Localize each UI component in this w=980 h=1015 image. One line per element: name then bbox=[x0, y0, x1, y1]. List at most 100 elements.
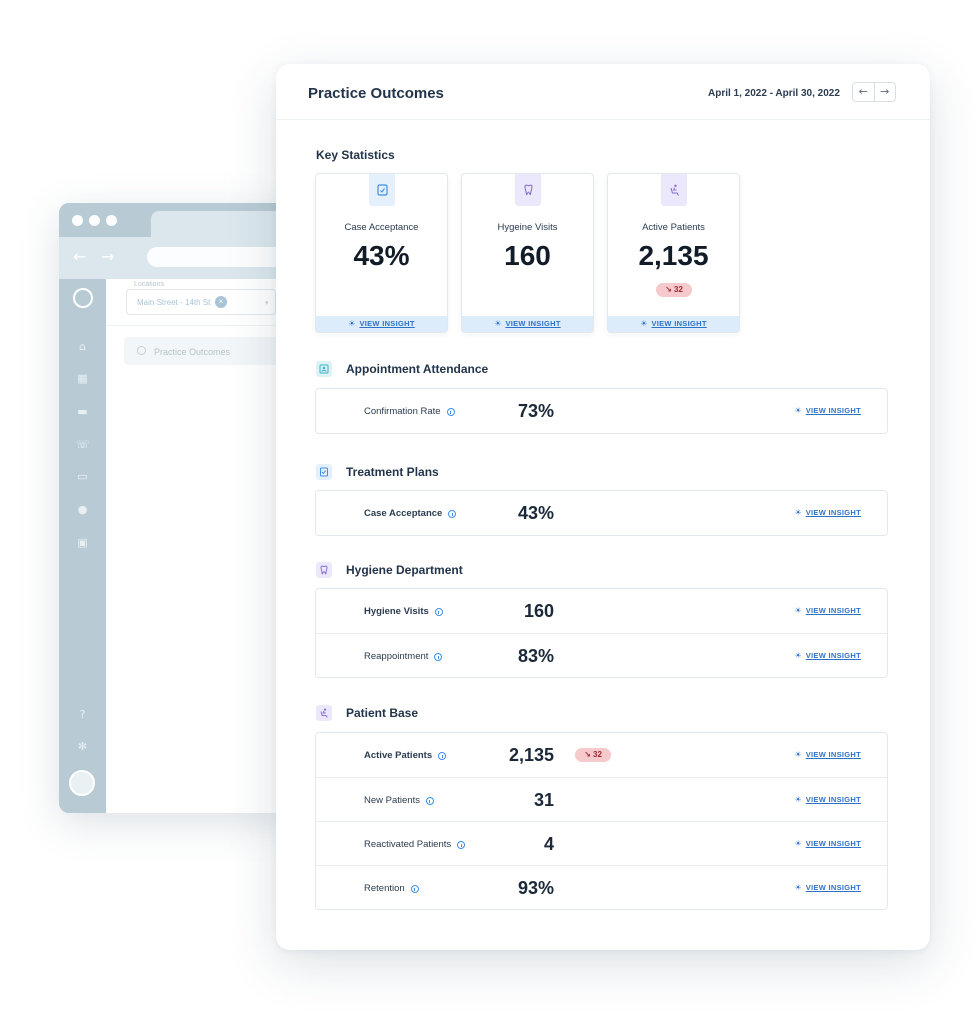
document-icon bbox=[316, 464, 332, 480]
metric-label: Active Patients bbox=[364, 750, 447, 761]
app-sidebar: ⌂ ▦ ▬ ☏ ▭ ● ▣ ? ✻ bbox=[59, 279, 106, 813]
app-logo-icon[interactable] bbox=[73, 288, 93, 308]
window-minimize-dot[interactable] bbox=[89, 215, 100, 226]
metric-value: 2,135 bbox=[508, 745, 554, 765]
stat-label: Case Acceptance bbox=[344, 222, 419, 233]
info-icon[interactable] bbox=[410, 884, 419, 893]
stat-tile-active-patients: Active Patients 2,135 ↘ 32 ☀ VIEW INSIGHT bbox=[607, 173, 740, 333]
group-heading-hygiene-department: Hygiene Department bbox=[316, 562, 463, 578]
table-row: Retention 93% ☀ VIEW INSIGHT bbox=[316, 865, 887, 909]
table-row: Case Acceptance 43% ☀ VIEW INSIGHT bbox=[316, 491, 887, 535]
metric-value: 83% bbox=[517, 646, 554, 666]
metric-value: 160 bbox=[523, 601, 554, 621]
group-treatment-plans: Case Acceptance 43% ☀ VIEW INSIGHT bbox=[315, 490, 888, 536]
metric-label: New Patients bbox=[364, 795, 434, 806]
lightbulb-icon: ☀ bbox=[794, 839, 802, 848]
browser-back-icon[interactable]: ← bbox=[73, 247, 86, 266]
user-avatar[interactable] bbox=[69, 770, 95, 796]
view-insight-link[interactable]: ☀ VIEW INSIGHT bbox=[795, 406, 861, 415]
date-range: April 1, 2022 - April 30, 2022 bbox=[708, 88, 840, 99]
info-icon[interactable] bbox=[434, 652, 443, 661]
patient-chair-icon bbox=[661, 174, 687, 206]
view-insight-button[interactable]: ☀ VIEW INSIGHT bbox=[608, 316, 739, 332]
stat-label: Active Patients bbox=[642, 222, 705, 233]
stat-tile-hygiene-visits: Hygeine Visits 160 ☀ VIEW INSIGHT bbox=[461, 173, 594, 333]
view-insight-link[interactable]: ☀ VIEW INSIGHT bbox=[795, 839, 861, 848]
card-header: Practice Outcomes April 1, 2022 - April … bbox=[276, 64, 930, 120]
settings-gear-icon[interactable]: ✻ bbox=[76, 741, 89, 752]
info-icon[interactable] bbox=[457, 840, 466, 849]
clear-location-icon[interactable]: × bbox=[215, 296, 227, 308]
info-icon[interactable] bbox=[446, 407, 455, 416]
location-select[interactable]: Main Street - 14th St × ▾ bbox=[126, 289, 276, 315]
metric-value: 93% bbox=[517, 878, 554, 898]
metric-value: 43% bbox=[517, 503, 554, 523]
chevron-down-icon[interactable]: ▾ bbox=[265, 299, 269, 307]
lightbulb-icon: ☀ bbox=[794, 406, 802, 415]
help-icon[interactable]: ? bbox=[76, 709, 89, 720]
stat-value: 160 bbox=[504, 240, 551, 271]
document-icon bbox=[369, 174, 395, 206]
window-titlebar bbox=[59, 203, 299, 239]
view-insight-link[interactable]: ☀ VIEW INSIGHT bbox=[795, 750, 861, 759]
analytics-icon[interactable]: ▣ bbox=[76, 537, 89, 548]
metric-label: Retention bbox=[364, 883, 419, 894]
divider bbox=[106, 325, 299, 326]
table-row: Reactivated Patients 4 ☀ VIEW INSIGHT bbox=[316, 821, 887, 865]
window-close-dot[interactable] bbox=[72, 215, 83, 226]
calendar-icon[interactable]: ▦ bbox=[76, 373, 89, 384]
view-insight-link[interactable]: ☀ VIEW INSIGHT bbox=[795, 508, 861, 517]
metric-value: 31 bbox=[533, 790, 554, 810]
info-icon[interactable] bbox=[425, 796, 434, 805]
stat-value: 43% bbox=[353, 240, 410, 271]
info-icon[interactable] bbox=[448, 509, 457, 518]
lightbulb-icon: ☀ bbox=[794, 606, 802, 615]
view-insight-link[interactable]: ☀ VIEW INSIGHT bbox=[795, 883, 861, 892]
group-heading-appointment-attendance: Appointment Attendance bbox=[316, 361, 488, 377]
info-icon[interactable] bbox=[438, 751, 447, 760]
view-insight-link[interactable]: ☀ VIEW INSIGHT bbox=[795, 795, 861, 804]
id-card-icon bbox=[316, 361, 332, 377]
metric-label: Reappointment bbox=[364, 651, 443, 662]
trend-down-badge: ↘ 32 bbox=[656, 283, 692, 297]
profile-icon[interactable]: ● bbox=[76, 504, 89, 515]
stat-tile-case-acceptance: Case Acceptance 43% ☀ VIEW INSIGHT bbox=[315, 173, 448, 333]
metric-label: Confirmation Rate bbox=[364, 406, 455, 417]
group-appointment-attendance: Confirmation Rate 73% ☀ VIEW INSIGHT bbox=[315, 388, 888, 434]
group-heading-patient-base: Patient Base bbox=[316, 705, 418, 721]
table-row: New Patients 31 ☀ VIEW INSIGHT bbox=[316, 777, 887, 821]
window-maximize-dot[interactable] bbox=[106, 215, 117, 226]
date-nav: ← → bbox=[852, 82, 896, 102]
background-content: Locations Main Street - 14th St × ▾ Prac… bbox=[106, 279, 299, 813]
page-title: Practice Outcomes bbox=[308, 85, 444, 102]
practice-outcomes-card: Practice Outcomes April 1, 2022 - April … bbox=[276, 64, 930, 950]
table-row: Confirmation Rate 73% ☀ VIEW INSIGHT bbox=[316, 389, 887, 433]
tooth-icon bbox=[316, 562, 332, 578]
info-icon[interactable] bbox=[434, 607, 443, 616]
lightbulb-icon: ☀ bbox=[640, 319, 648, 328]
phone-icon[interactable]: ☏ bbox=[76, 439, 90, 450]
view-insight-link[interactable]: ☀ VIEW INSIGHT bbox=[795, 606, 861, 615]
tooth-icon bbox=[515, 174, 541, 206]
chat-icon[interactable]: ▭ bbox=[76, 471, 89, 482]
next-period-button[interactable]: → bbox=[873, 83, 896, 101]
table-row: Reappointment 83% ☀ VIEW INSIGHT bbox=[316, 633, 887, 677]
group-hygiene-department: Hygiene Visits 160 ☀ VIEW INSIGHT Reappoi… bbox=[315, 588, 888, 678]
metric-label: Case Acceptance bbox=[364, 508, 457, 519]
lightbulb-icon: ☀ bbox=[794, 795, 802, 804]
lightbulb-icon: ☀ bbox=[794, 508, 802, 517]
location-value: Main Street - 14th St bbox=[137, 298, 211, 307]
home-icon[interactable]: ⌂ bbox=[76, 341, 89, 352]
metric-value: 4 bbox=[543, 834, 554, 854]
trend-down-badge: ↘ 32 bbox=[575, 748, 611, 762]
menu-item-practice-outcomes[interactable]: Practice Outcomes bbox=[124, 337, 299, 365]
view-insight-link[interactable]: ☀ VIEW INSIGHT bbox=[795, 651, 861, 660]
browser-forward-icon[interactable]: → bbox=[101, 247, 114, 266]
location-label: Locations bbox=[134, 281, 164, 288]
view-insight-button[interactable]: ☀ VIEW INSIGHT bbox=[316, 316, 447, 332]
chart-icon bbox=[137, 346, 146, 355]
previous-period-button[interactable]: ← bbox=[853, 83, 874, 101]
view-insight-button[interactable]: ☀ VIEW INSIGHT bbox=[462, 316, 593, 332]
metric-label: Reactivated Patients bbox=[364, 839, 466, 850]
messages-icon[interactable]: ▬ bbox=[76, 406, 89, 417]
